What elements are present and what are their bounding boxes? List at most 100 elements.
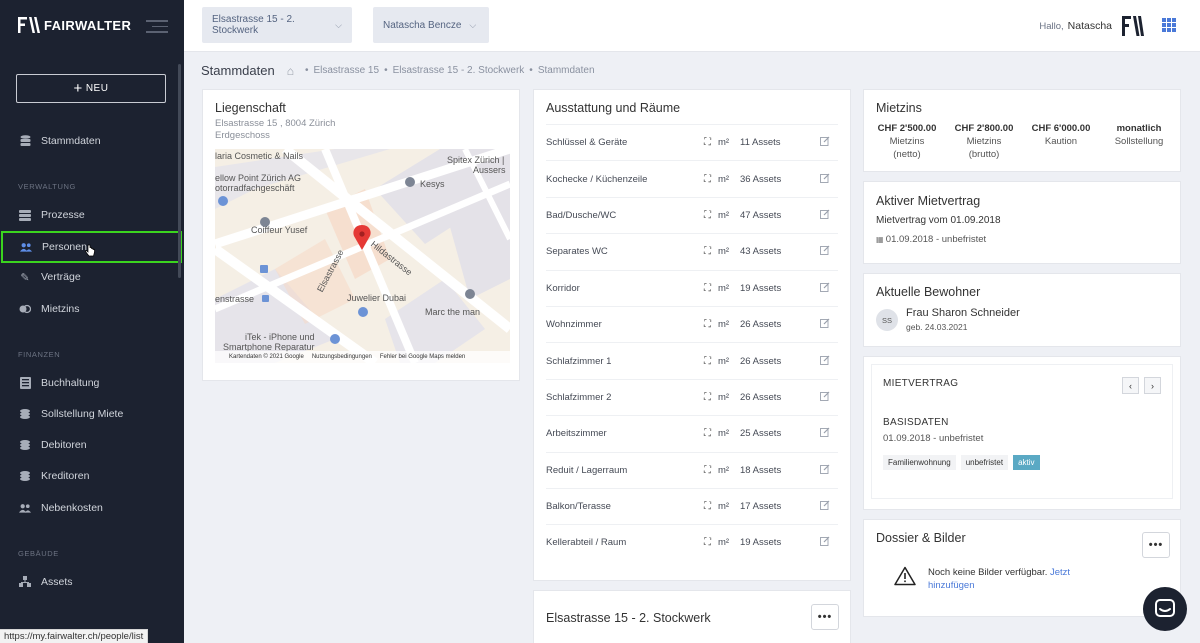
dossier-card: Dossier & Bilder ••• Noch keine Bilder v… xyxy=(863,519,1181,617)
sidebar-item-label: Sollstellung Miete xyxy=(41,408,124,420)
coins-icon xyxy=(19,439,31,451)
user-greeting[interactable]: Hallo, Natascha xyxy=(1039,20,1112,32)
card-title: Mietzins xyxy=(876,101,922,115)
greeting-text: Hallo, xyxy=(1039,21,1064,32)
sidebar-item-assets[interactable]: Assets xyxy=(0,567,184,597)
room-name: Separates WC xyxy=(546,246,608,258)
edit-icon[interactable] xyxy=(820,209,830,222)
sidebar-item-sollstellung-miete[interactable]: Sollstellung Miete xyxy=(0,399,184,429)
calendar-icon: ▦ xyxy=(876,235,886,244)
person-dropdown-label: Natascha Bencze xyxy=(383,19,462,31)
mietzins-card: Mietzins CHF 2'500.00 Mietzins (netto) C… xyxy=(863,89,1181,172)
map-label: Coiffeur Yusef xyxy=(251,225,308,235)
room-row[interactable]: Balkon/Terasse ⛶ m² 17 Assets xyxy=(546,487,838,524)
room-row[interactable]: Kochecke / Küchenzeile ⛶ m² 36 Assets xyxy=(546,160,838,196)
amount-label: Kaution xyxy=(1044,136,1078,147)
amount: CHF 2'800.00 xyxy=(954,123,1014,134)
room-name: Kellerabteil / Raum xyxy=(546,537,627,549)
chevron-left-icon[interactable]: ‹ xyxy=(1122,377,1139,394)
home-icon[interactable]: ⌂ xyxy=(287,64,294,78)
sidebar-scrollbar[interactable] xyxy=(178,64,181,278)
cursor-hand-icon xyxy=(84,244,95,256)
room-row[interactable]: Reduit / Lagerraum ⛶ m² 18 Assets xyxy=(546,451,838,488)
assets-icon xyxy=(19,576,31,588)
sidebar-item-prozesse[interactable]: Prozesse xyxy=(0,200,184,230)
edit-icon[interactable] xyxy=(820,282,830,295)
room-list: Schlüssel & Geräte ⛶ m² 11 Assets Kochec… xyxy=(546,124,838,561)
room-row[interactable]: Kellerabteil / Raum ⛶ m² 19 Assets xyxy=(546,524,838,560)
edit-icon[interactable] xyxy=(820,391,830,404)
person-dropdown[interactable]: Natascha Bencze ⌵ xyxy=(373,7,489,43)
chevron-down-icon: ⌵ xyxy=(469,19,477,30)
edit-icon[interactable] xyxy=(820,464,830,477)
sidebar-item-label: Kreditoren xyxy=(41,470,90,482)
sidebar-item-debitoren[interactable]: Debitoren xyxy=(0,430,184,460)
edit-icon[interactable] xyxy=(820,173,830,186)
new-button[interactable]: + NEU xyxy=(16,74,166,103)
room-row[interactable]: Separates WC ⛶ m² 43 Assets xyxy=(546,233,838,269)
map[interactable]: laria Cosmetic & Nails Spitex Zürich | A… xyxy=(215,149,510,363)
card-title: Ausstattung und Räume xyxy=(546,101,681,115)
room-area-unit: m² xyxy=(718,537,730,549)
map-label: Marc the man xyxy=(425,307,481,317)
card-title: Liegenschaft xyxy=(215,101,286,115)
room-name: Wohnzimmer xyxy=(546,319,602,331)
room-row[interactable]: Schlüssel & Geräte ⛶ m² 11 Assets xyxy=(546,124,838,160)
edit-icon[interactable] xyxy=(820,427,830,440)
amount-label: Sollstellung xyxy=(1114,136,1164,147)
breadcrumb-separator: • xyxy=(384,65,388,76)
edit-icon[interactable] xyxy=(820,355,830,368)
chat-button[interactable] xyxy=(1143,587,1187,631)
property-dropdown-label: Elsastrasse 15 - 2. Stockwerk xyxy=(212,14,295,36)
sidebar-item-mietzins[interactable]: Mietzins xyxy=(0,294,184,324)
sidebar-item-nebenkosten[interactable]: Nebenkosten xyxy=(0,493,184,523)
expand-icon: ⛶ xyxy=(704,391,711,403)
sidebar-item-stammdaten[interactable]: Stammdaten xyxy=(0,126,184,156)
room-row[interactable]: Schlafzimmer 1 ⛶ m² 26 Assets xyxy=(546,342,838,378)
edit-icon[interactable] xyxy=(820,136,830,149)
fairwalter-logo-icon xyxy=(18,17,40,33)
sidebar-item-buchhaltung[interactable]: Buchhaltung xyxy=(0,368,184,398)
room-row[interactable]: Wohnzimmer ⛶ m² 26 Assets xyxy=(546,305,838,342)
edit-icon[interactable] xyxy=(820,536,830,549)
empty-state: Noch keine Bilder verfügbar. Jetzt hinzu… xyxy=(928,566,1108,592)
map-report-link[interactable]: Fehler bei Google Maps melden xyxy=(380,354,465,360)
breadcrumb-item[interactable]: Elsastrasse 15 xyxy=(313,65,379,76)
floor: Erdgeschoss xyxy=(215,130,270,141)
contract-link[interactable]: Mietvertrag vom 01.09.2018 xyxy=(876,215,1168,226)
breadcrumb-item[interactable]: Elsastrasse 15 - 2. Stockwerk xyxy=(393,65,525,76)
coins-icon xyxy=(19,303,31,315)
sidebar-item-vertraege[interactable]: ✎ Verträge xyxy=(0,262,184,292)
room-row[interactable]: Schlafzimmer 2 ⛶ m² 26 Assets xyxy=(546,378,838,415)
tag-list: Familienwohnung unbefristet aktiv xyxy=(883,455,1161,470)
room-row[interactable]: Arbeitszimmer ⛶ m² 25 Assets xyxy=(546,415,838,451)
resident-name[interactable]: Frau Sharon Schneider xyxy=(906,307,1020,319)
room-row[interactable]: Korridor ⛶ m² 19 Assets xyxy=(546,269,838,306)
edit-icon[interactable] xyxy=(820,318,830,331)
aktiver-mietvertrag-card: Aktiver Mietvertrag Mietvertrag vom 01.0… xyxy=(863,181,1181,264)
map-terms-link[interactable]: Nutzungsbedingungen xyxy=(312,354,372,360)
expand-icon: ⛶ xyxy=(704,137,711,149)
room-assets: 26 Assets xyxy=(740,319,782,331)
menu-toggle-icon[interactable] xyxy=(146,20,168,37)
edit-icon[interactable] xyxy=(820,245,830,258)
map-label: Aussers xyxy=(473,165,506,175)
chevron-down-icon: ⌵ xyxy=(335,19,342,30)
apps-grid-icon[interactable] xyxy=(1162,18,1176,32)
address: Elsastrasse 15 , 8004 Zürich xyxy=(215,118,336,129)
more-options-button[interactable]: ••• xyxy=(1142,532,1170,558)
room-row[interactable]: Bad/Dusche/WC ⛶ m² 47 Assets xyxy=(546,196,838,233)
edit-icon[interactable] xyxy=(820,500,830,513)
chevron-right-icon[interactable]: › xyxy=(1144,377,1161,394)
room-assets: 26 Assets xyxy=(740,355,782,367)
sidebar-item-kreditoren[interactable]: Kreditoren xyxy=(0,461,184,491)
more-options-button[interactable]: ••• xyxy=(811,604,839,630)
map-label: otorradfachgeschäft xyxy=(215,183,295,193)
sidebar-item-personen[interactable]: Personen xyxy=(1,231,182,263)
fairwalter-logo[interactable]: FAIRWALTER xyxy=(18,17,131,33)
sidebar-item-label: Prozesse xyxy=(41,209,85,221)
kaution: CHF 6'000.00 Kaution xyxy=(1030,122,1092,148)
mietvertrag-panel: MIETVERTRAG ‹ › BASISDATEN 01.09.2018 - … xyxy=(871,364,1173,499)
pencil-icon: ✎ xyxy=(20,271,30,284)
property-dropdown[interactable]: Elsastrasse 15 - 2. Stockwerk ⌵ xyxy=(202,7,352,43)
